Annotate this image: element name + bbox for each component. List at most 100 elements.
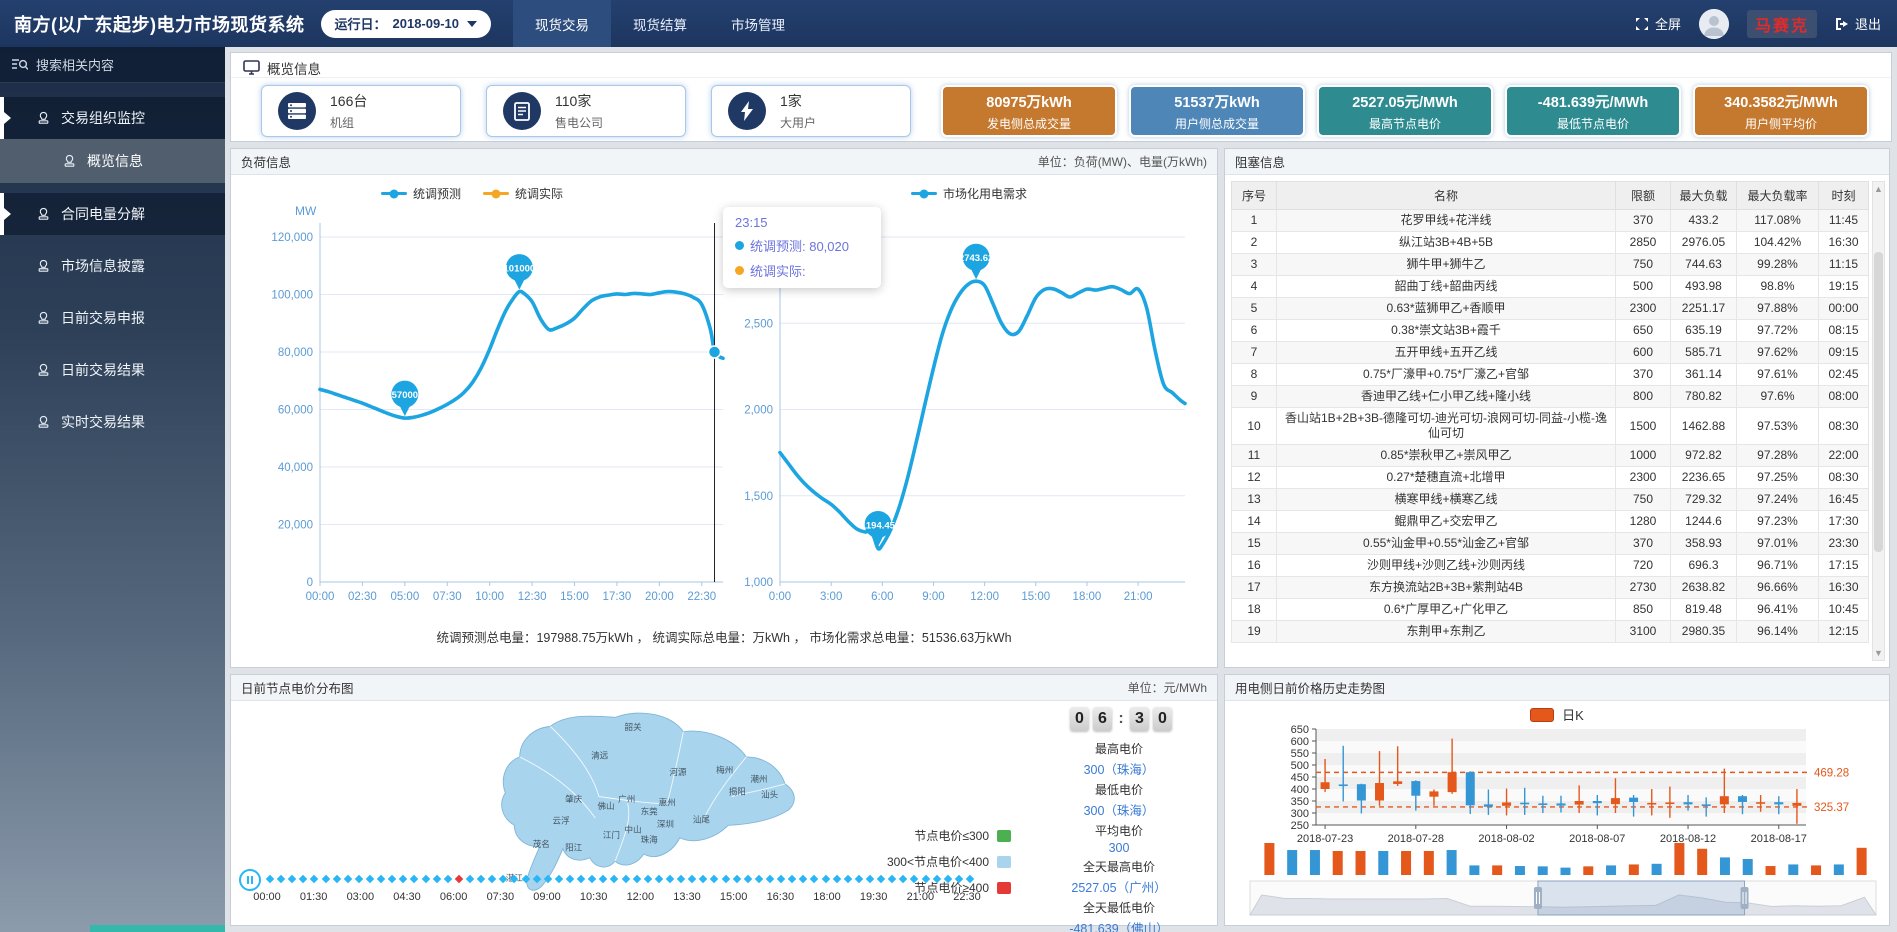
brush-handle[interactable] (1534, 887, 1542, 909)
timeline-dot-42[interactable] (732, 875, 740, 883)
timeline-dot-52[interactable] (844, 875, 852, 883)
price-stat-value[interactable]: 300 (1021, 841, 1217, 855)
city-label-江门[interactable]: 江门 (603, 829, 620, 840)
timeline-dot-26[interactable] (555, 875, 563, 883)
timeline-dot-50[interactable] (821, 875, 829, 883)
tab-现货交易[interactable]: 现货交易 (513, 0, 611, 47)
sidebar-item-2[interactable]: 市场信息披露 (0, 245, 225, 287)
timeline-dot-6[interactable] (332, 875, 340, 883)
avatar[interactable] (1699, 9, 1729, 39)
timeline-dot-23[interactable] (521, 875, 529, 883)
timeline-dot-3[interactable] (299, 875, 307, 883)
brush-window[interactable] (1538, 881, 1745, 915)
city-label-东莞[interactable]: 东莞 (641, 805, 659, 816)
city-label-清远[interactable]: 清远 (591, 750, 609, 761)
sidebar-subitem-概览信息[interactable]: 概览信息 (0, 139, 225, 183)
stat-card-0[interactable]: 80975万kWh发电侧总成交量 (941, 85, 1117, 137)
city-label-潮州[interactable]: 潮州 (750, 773, 767, 784)
timeline-dot-10[interactable] (377, 875, 385, 883)
timeline-dot-15[interactable] (432, 875, 440, 883)
timeline-dot-2[interactable] (288, 875, 296, 883)
city-label-阳江[interactable]: 阳江 (565, 842, 583, 852)
timeline-dot-41[interactable] (721, 875, 729, 883)
tab-市场管理[interactable]: 市场管理 (709, 0, 807, 47)
timeline-dot-54[interactable] (866, 875, 874, 883)
scroll-down-icon[interactable]: ▼ (1873, 646, 1884, 660)
timeline-dot-22[interactable] (510, 875, 518, 883)
timeline-dot-51[interactable] (832, 875, 840, 883)
price-stat-value[interactable]: 2527.05（广州） (1021, 877, 1217, 896)
timeline-dot-58[interactable] (910, 875, 918, 883)
timeline-dot-44[interactable] (755, 875, 763, 883)
map-legend-item[interactable]: 节点电价≤300 (786, 827, 1011, 844)
timeline-dot-32[interactable] (621, 875, 629, 883)
city-label-深圳[interactable]: 深圳 (657, 819, 674, 829)
price-stat-value[interactable]: -481.639（佛山） (1021, 918, 1217, 932)
timeline-dot-53[interactable] (855, 875, 863, 883)
col-header[interactable]: 时刻 (1819, 182, 1869, 210)
timeline-dot-36[interactable] (666, 875, 674, 883)
run-date-selector[interactable]: 运行日： 2018-09-10 (321, 10, 492, 38)
stat-card-1[interactable]: 51537万kWh用户侧总成交量 (1129, 85, 1305, 137)
city-label-河源[interactable]: 河源 (669, 766, 687, 777)
city-label-云浮[interactable]: 云浮 (553, 814, 570, 825)
timeline-dot-27[interactable] (566, 875, 574, 883)
city-label-佛山[interactable]: 佛山 (598, 800, 615, 811)
timeline-dot-13[interactable] (410, 875, 418, 883)
table-scrollbar[interactable]: ▲ ▼ (1872, 181, 1885, 661)
timeline-dot-1[interactable] (277, 875, 285, 883)
timeline-dot-63[interactable] (966, 875, 974, 883)
col-header[interactable]: 限额 (1616, 182, 1671, 210)
timeline-dot-19[interactable] (477, 875, 485, 883)
tab-现货结算[interactable]: 现货结算 (611, 0, 709, 47)
sidebar-item-1[interactable]: 合同电量分解 (0, 193, 225, 235)
timeline-dot-5[interactable] (321, 875, 329, 883)
timeline-dot-61[interactable] (944, 875, 952, 883)
sidebar-scrollbar[interactable] (90, 925, 225, 932)
pause-button[interactable] (239, 869, 261, 891)
timeline-dot-46[interactable] (777, 875, 785, 883)
city-label-汕头[interactable]: 汕头 (761, 789, 779, 799)
timeline-dot-35[interactable] (655, 875, 663, 883)
city-label-梅州[interactable]: 梅州 (716, 764, 733, 775)
timeline-dot-62[interactable] (955, 875, 963, 883)
city-label-惠州[interactable]: 惠州 (659, 796, 676, 807)
timeline-dot-7[interactable] (344, 875, 352, 883)
timeline-dot-25[interactable] (544, 875, 552, 883)
timeline-dot-37[interactable] (677, 875, 685, 883)
timeline-dot-16[interactable] (444, 875, 452, 883)
city-label-茂名[interactable]: 茂名 (533, 838, 550, 849)
city-label-中山[interactable]: 中山 (624, 823, 641, 834)
stat-card-3[interactable]: -481.639元/MWh最低节点电价 (1505, 85, 1681, 137)
price-stat-value[interactable]: 300（珠海） (1021, 800, 1217, 819)
timeline-dot-17[interactable] (455, 875, 463, 883)
timeline-dot-47[interactable] (788, 875, 796, 883)
timeline-dot-14[interactable] (421, 875, 429, 883)
timeline-dot-12[interactable] (399, 875, 407, 883)
stat-card-2[interactable]: 2527.05元/MWh最高节点电价 (1317, 85, 1493, 137)
brush-handle[interactable] (1741, 887, 1749, 909)
col-header[interactable]: 名称 (1277, 182, 1616, 210)
sidebar-item-5[interactable]: 实时交易结果 (0, 401, 225, 443)
col-header[interactable]: 最大负载 (1671, 182, 1737, 210)
timeline-dot-21[interactable] (499, 875, 507, 883)
scroll-up-icon[interactable]: ▲ (1873, 182, 1884, 196)
city-label-韶关[interactable]: 韶关 (624, 721, 642, 732)
timeline-dot-28[interactable] (577, 875, 585, 883)
col-header[interactable]: 最大负载率 (1737, 182, 1819, 210)
timeline-dot-39[interactable] (699, 875, 707, 883)
city-label-珠海[interactable]: 珠海 (641, 833, 659, 844)
timeline-dot-45[interactable] (766, 875, 774, 883)
timeline-dot-60[interactable] (932, 875, 940, 883)
city-label-广州[interactable]: 广州 (618, 793, 635, 804)
timeline-dot-55[interactable] (877, 875, 885, 883)
timeline-dot-30[interactable] (599, 875, 607, 883)
sidebar-item-3[interactable]: 日前交易申报 (0, 297, 225, 339)
timeline-dot-31[interactable] (610, 875, 618, 883)
timeline-dot-43[interactable] (744, 875, 752, 883)
timeline-dot-18[interactable] (466, 875, 474, 883)
fullscreen-button[interactable]: 全屏 (1635, 14, 1681, 33)
timeline-dot-48[interactable] (799, 875, 807, 883)
city-label-汕尾[interactable]: 汕尾 (693, 815, 711, 825)
timeline-dot-24[interactable] (532, 875, 540, 883)
